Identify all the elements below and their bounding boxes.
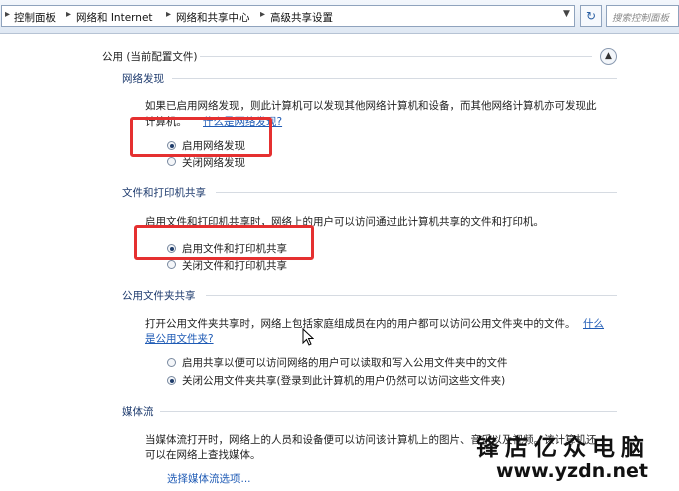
radio-label[interactable]: 关闭文件和打印机共享: [182, 258, 287, 273]
divider: [216, 192, 617, 193]
divider: [160, 411, 617, 412]
media-streaming-description-line2: 可以在网络上查找媒体。: [145, 449, 261, 461]
divider: [172, 78, 617, 79]
radio-disable-file-printer-sharing[interactable]: [167, 260, 176, 269]
radio-label[interactable]: 关闭公用文件夹共享(登录到此计算机的用户仍然可以访问这些文件夹): [182, 373, 505, 388]
chevron-right-icon[interactable]: ▸: [166, 9, 171, 20]
collapse-button[interactable]: ▲: [600, 48, 617, 65]
profile-title: 公用 (当前配置文件): [102, 51, 198, 63]
highlight-box: [130, 117, 272, 157]
network-discovery-description: 如果已启用网络发现，则此计算机可以发现其他网络计算机和设备，而其他网络计算机亦可…: [145, 100, 597, 112]
divider: [200, 56, 592, 57]
media-streaming-heading: 媒体流: [122, 406, 154, 418]
breadcrumb[interactable]: ▸ 控制面板 ▸ 网络和 Internet ▸ 网络和共享中心 ▸ 高级共享设置…: [1, 5, 575, 27]
address-bar: ▸ 控制面板 ▸ 网络和 Internet ▸ 网络和共享中心 ▸ 高级共享设置…: [0, 0, 679, 34]
network-discovery-heading: 网络发现: [122, 73, 164, 85]
public-folder-help-link[interactable]: 什么: [583, 316, 604, 331]
breadcrumb-advanced-sharing[interactable]: 高级共享设置: [270, 10, 333, 25]
public-folder-sharing-heading: 公用文件夹共享: [122, 290, 196, 302]
file-printer-sharing-heading: 文件和打印机共享: [122, 187, 206, 199]
chevron-right-icon[interactable]: ▸: [66, 9, 71, 20]
public-folder-help-link[interactable]: 是公用文件夹?: [145, 331, 214, 346]
search-input[interactable]: 搜索控制面板: [606, 5, 679, 27]
highlight-box: [134, 225, 314, 260]
watermark-text: 锋店亿众电脑: [476, 434, 650, 461]
chevron-right-icon[interactable]: ▸: [5, 9, 10, 20]
radio-label[interactable]: 关闭网络发现: [182, 155, 245, 170]
refresh-icon: ↻: [585, 9, 597, 23]
radio-disable-network-discovery[interactable]: [167, 157, 176, 166]
chevron-up-icon: ▲: [605, 51, 612, 61]
watermark-url: www.yzdn.net: [496, 460, 648, 482]
chevron-down-icon[interactable]: ▼: [563, 9, 570, 19]
chevron-right-icon[interactable]: ▸: [260, 9, 265, 20]
breadcrumb-control-panel[interactable]: 控制面板: [14, 10, 56, 25]
radio-label[interactable]: 启用共享以便可以访问网络的用户可以读取和写入公用文件夹中的文件: [182, 355, 508, 370]
media-streaming-options-link[interactable]: 选择媒体流选项...: [167, 471, 251, 486]
radio-disable-public-folder-sharing[interactable]: [167, 376, 176, 385]
divider: [206, 295, 617, 296]
breadcrumb-network-internet[interactable]: 网络和 Internet: [76, 10, 153, 25]
radio-enable-public-folder-sharing[interactable]: [167, 358, 176, 367]
breadcrumb-network-sharing-center[interactable]: 网络和共享中心: [176, 10, 250, 25]
public-folder-sharing-description: 打开公用文件夹共享时，网络上包括家庭组成员在内的用户都可以访问公用文件夹中的文件…: [145, 318, 576, 330]
refresh-button[interactable]: ↻: [580, 5, 602, 27]
mouse-cursor-icon: [302, 328, 314, 346]
